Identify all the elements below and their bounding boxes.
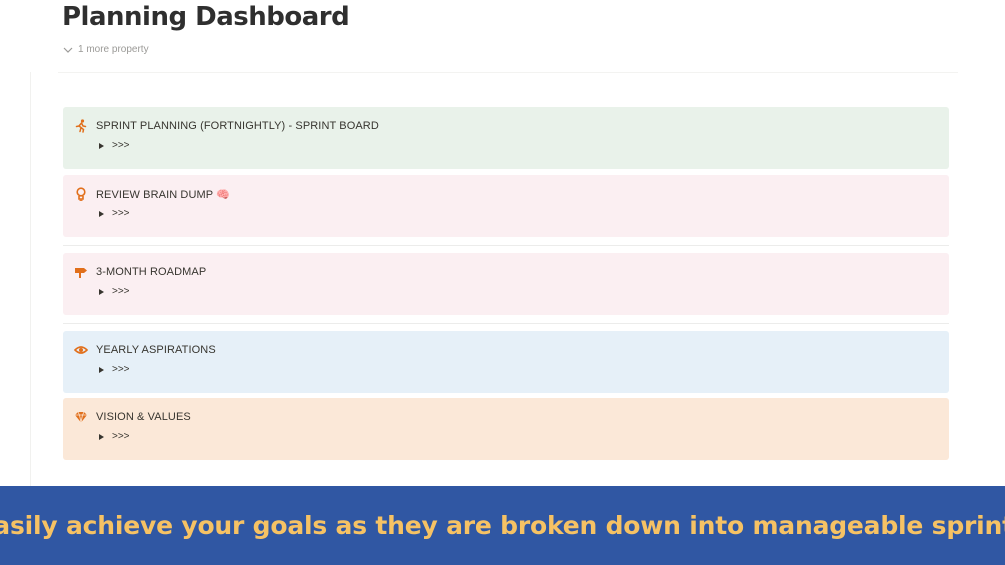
callout-3-month-roadmap[interactable]: 3-MONTH ROADMAP >>> (63, 253, 949, 315)
property-toggle[interactable]: 1 more property (63, 44, 149, 55)
banner-text: Easily achieve your goals as they are br… (0, 511, 1005, 540)
gem-icon (74, 410, 88, 424)
toggle-label: >>> (112, 364, 130, 375)
callout-toggle[interactable]: >>> (99, 140, 130, 151)
callout-toggle[interactable]: >>> (99, 208, 130, 219)
callout-sprint-planning[interactable]: SPRINT PLANNING (FORTNIGHTLY) - SPRINT B… (63, 107, 949, 169)
page-title: Planning Dashboard (62, 2, 350, 32)
callout-title: SPRINT PLANNING (FORTNIGHTLY) - SPRINT B… (96, 120, 379, 132)
header-divider (58, 72, 958, 73)
property-toggle-label: 1 more property (78, 44, 149, 55)
chevron-down-icon (63, 47, 73, 53)
signpost-icon (74, 265, 88, 279)
toggle-label: >>> (112, 286, 130, 297)
eye-icon (74, 343, 88, 357)
toggle-label: >>> (112, 140, 130, 151)
callout-title: REVIEW BRAIN DUMP 🧠 (96, 189, 230, 201)
callout-title: 3-MONTH ROADMAP (96, 266, 207, 278)
triangle-right-icon (99, 142, 104, 149)
promo-banner: Easily achieve your goals as they are br… (0, 486, 1005, 565)
toggle-label: >>> (112, 208, 130, 219)
callout-yearly-aspirations[interactable]: YEARLY ASPIRATIONS >>> (63, 331, 949, 393)
running-person-icon (74, 119, 88, 133)
callout-review-brain-dump[interactable]: REVIEW BRAIN DUMP 🧠 >>> (63, 175, 949, 237)
callout-toggle[interactable]: >>> (99, 286, 130, 297)
divider (63, 323, 949, 324)
callout-title: YEARLY ASPIRATIONS (96, 344, 216, 356)
divider (63, 245, 949, 246)
triangle-right-icon (99, 433, 104, 440)
triangle-right-icon (99, 366, 104, 373)
toggle-label: >>> (112, 431, 130, 442)
triangle-right-icon (99, 210, 104, 217)
lightbulb-icon (74, 187, 88, 201)
callout-toggle[interactable]: >>> (99, 364, 130, 375)
callout-vision-values[interactable]: VISION & VALUES >>> (63, 398, 949, 460)
triangle-right-icon (99, 288, 104, 295)
callout-title: VISION & VALUES (96, 411, 191, 423)
callout-toggle[interactable]: >>> (99, 431, 130, 442)
